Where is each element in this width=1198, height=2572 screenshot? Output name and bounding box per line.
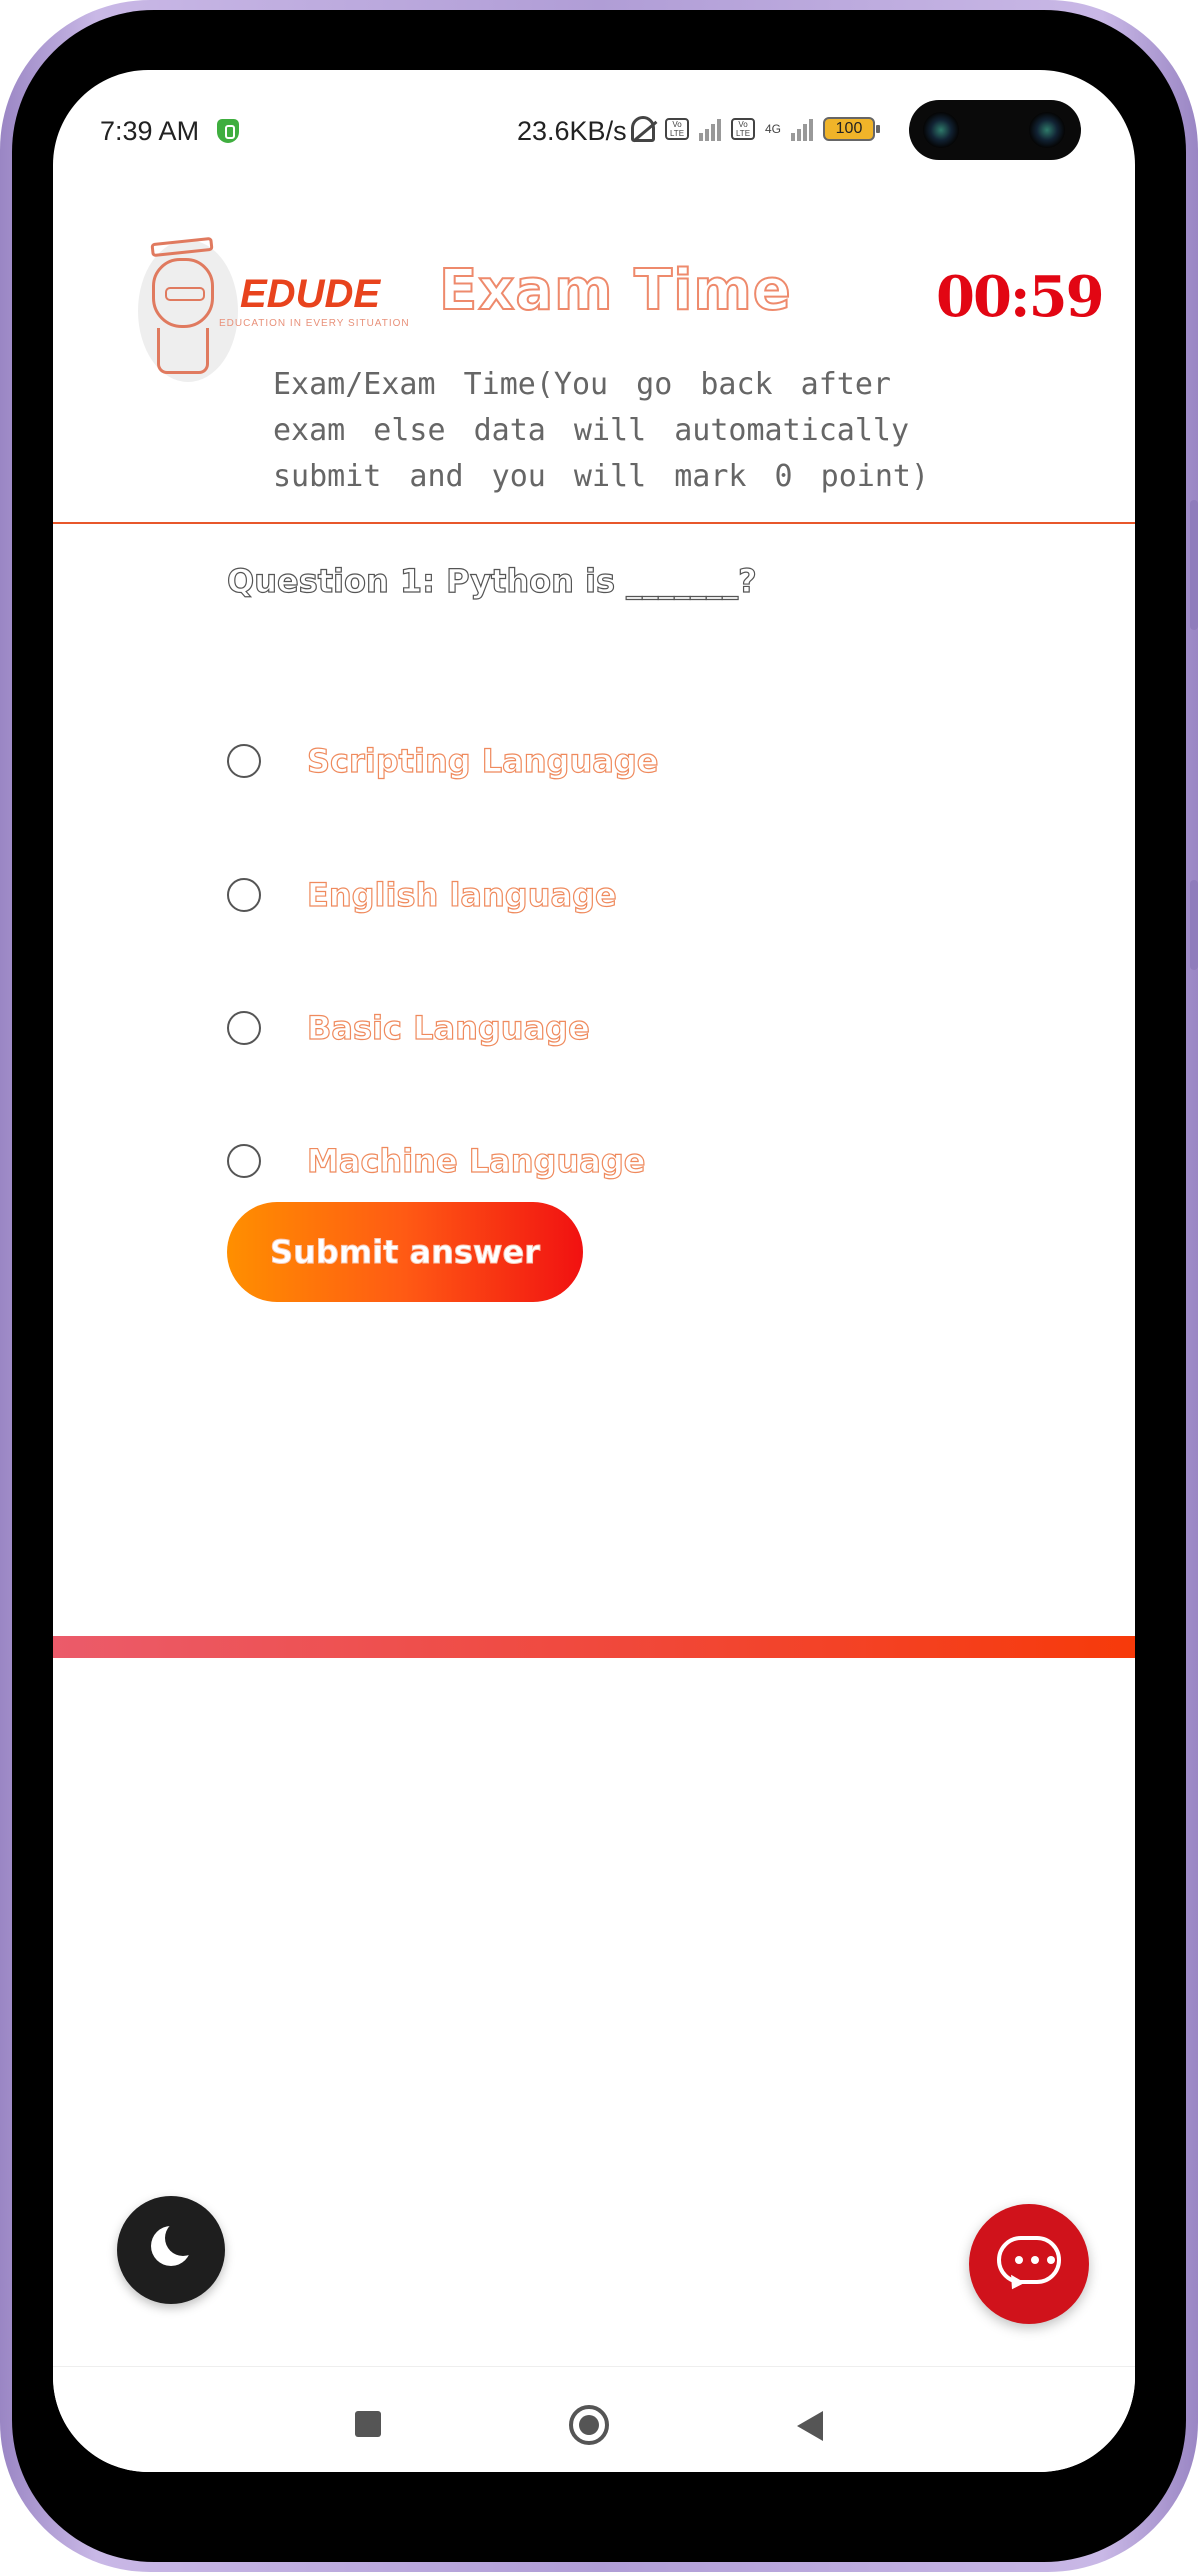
brand-name: EDUDE: [240, 272, 381, 316]
volte-icon: Vo LTE: [665, 118, 689, 140]
network-speed: 23.6KB/s: [517, 116, 627, 146]
volume-button: [1190, 500, 1198, 630]
answer-option-machine-language[interactable]: Machine Language: [227, 1140, 827, 1200]
moon-icon: [151, 2220, 201, 2266]
radio-button[interactable]: [227, 878, 261, 912]
signal-icon: [791, 117, 814, 141]
option-label[interactable]: English language: [306, 875, 617, 914]
logo-mascot-body: [157, 328, 209, 374]
radio-button[interactable]: [227, 1011, 261, 1045]
status-time: 7:39 AM: [100, 116, 200, 146]
exam-notice: Exam/Exam Time(You go back after exam el…: [273, 367, 930, 494]
countdown-timer: 00:59: [936, 264, 1105, 330]
brand-tagline: EDUCATION IN EVERY SITUATION: [219, 318, 410, 329]
4g-icon: 4G: [765, 122, 782, 136]
logo-mascot-icon: [152, 258, 214, 328]
camera-lens-icon: [1029, 112, 1065, 148]
power-button: [1190, 880, 1198, 970]
chat-button[interactable]: [969, 2204, 1089, 2324]
recent-apps-icon[interactable]: [355, 2411, 381, 2437]
header-divider: [53, 522, 1135, 524]
android-nav-bar: [53, 2366, 1135, 2472]
page-title: Exam Time: [438, 257, 792, 324]
screen: 7:39 AM 23.6KB/s Vo LTE Vo LTE 4G 100 EDUD…: [53, 70, 1135, 2472]
status-bar: 7:39 AM 23.6KB/s Vo LTE Vo LTE 4G 100: [53, 70, 1135, 200]
shield-icon: [217, 119, 239, 143]
bell-muted-icon: [631, 116, 655, 142]
answer-option-english-language[interactable]: English language: [227, 874, 827, 934]
answer-option-scripting-language[interactable]: Scripting Language: [227, 740, 827, 800]
question-text: Question 1: Python is _______?: [226, 561, 757, 600]
option-label[interactable]: Basic Language: [306, 1008, 590, 1047]
volte-icon: Vo LTE: [731, 118, 755, 140]
radio-button[interactable]: [227, 1144, 261, 1178]
chat-bubble-icon: [997, 2236, 1061, 2284]
camera-lens-icon: [923, 112, 959, 148]
home-icon[interactable]: [569, 2405, 609, 2445]
dark-mode-toggle-button[interactable]: [117, 2196, 225, 2304]
battery-icon: 100: [823, 117, 881, 141]
option-label[interactable]: Scripting Language: [306, 741, 659, 780]
status-icons: Vo LTE Vo LTE 4G 100: [631, 116, 881, 142]
submit-answer-button[interactable]: Submit answer: [227, 1202, 583, 1302]
footer-gradient-bar: [53, 1636, 1135, 1658]
answer-option-basic-language[interactable]: Basic Language: [227, 1007, 827, 1067]
back-icon[interactable]: [797, 2411, 823, 2441]
front-camera: [909, 100, 1081, 160]
option-label[interactable]: Machine Language: [306, 1141, 646, 1180]
signal-icon: [699, 117, 721, 141]
radio-button[interactable]: [227, 744, 261, 778]
submit-button-label: Submit answer: [270, 1233, 541, 1272]
